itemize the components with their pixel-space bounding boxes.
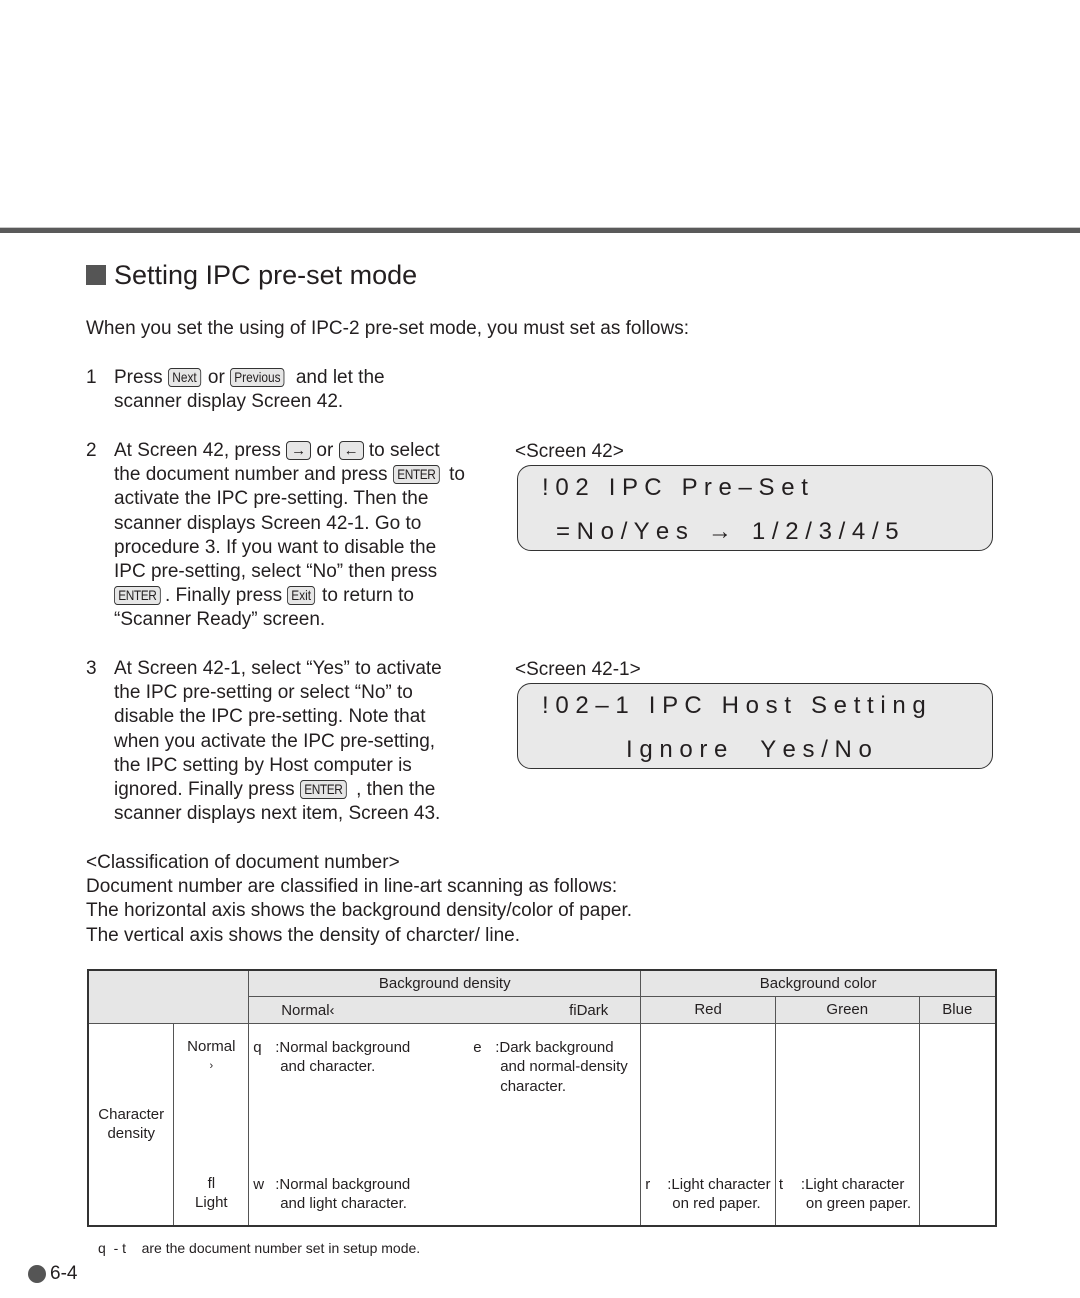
text: :Normal background bbox=[275, 1038, 411, 1056]
header-rule bbox=[0, 227, 1080, 233]
lcd-line-1: ! 0 2 I P C P r e – S e t bbox=[542, 474, 808, 501]
enter-key: ENTER bbox=[114, 586, 161, 606]
text: to bbox=[443, 464, 465, 486]
table-footnote: q - t are the document number set in set… bbox=[98, 1240, 421, 1256]
text: :Dark background bbox=[495, 1038, 614, 1056]
text: to select bbox=[363, 440, 440, 461]
entry-text: :Dark background and normal-density charac… bbox=[495, 1038, 628, 1097]
entry-code: t bbox=[778, 1175, 784, 1193]
classification-line-2: The horizontal axis shows the background… bbox=[86, 900, 633, 921]
classification-line-1: Document number are classified in line-a… bbox=[86, 876, 618, 897]
text: IPC pre-setting, select “No” then press bbox=[114, 561, 438, 583]
entry-text: :Light character on red paper. bbox=[667, 1175, 770, 1214]
intro-text: When you set the using of IPC-2 pre-set … bbox=[86, 318, 689, 339]
classification-table: Background density Background color Norm… bbox=[87, 969, 997, 1227]
previous-key: Previous bbox=[230, 368, 285, 387]
text: scanner display Screen 42. bbox=[114, 391, 344, 413]
text: the document number and press bbox=[114, 464, 393, 486]
text: . Finally press bbox=[164, 585, 288, 607]
left-arrow-key-icon: ← bbox=[338, 441, 364, 460]
text: when you activate the IPC pre-setting, bbox=[114, 730, 436, 752]
char-density-scale: Normal › ﬂ Light bbox=[173, 1022, 250, 1227]
classification-heading: <Classification of document number> bbox=[86, 852, 400, 873]
text: :Normal background bbox=[275, 1175, 411, 1193]
entry-text: :Light character on green paper. bbox=[801, 1175, 911, 1214]
section-title-text: Setting IPC pre-set mode bbox=[114, 260, 418, 290]
density-cell: q :Normal background and character. e :Da… bbox=[248, 1022, 642, 1227]
text: procedure 3. If you want to disable the bbox=[114, 536, 437, 558]
lcd-screen-42: ! 0 2 I P C P r e – S e t = N o / Y e s … bbox=[517, 465, 993, 551]
bg-color-header: Background color bbox=[640, 969, 997, 997]
entry-text: :Normal background and character. bbox=[275, 1038, 410, 1077]
text: character. bbox=[500, 1077, 567, 1095]
density-scale-header: Normal‹ ﬁDark bbox=[248, 995, 642, 1024]
bullet-dot-icon bbox=[28, 1265, 46, 1283]
page-number-text: 6-4 bbox=[50, 1263, 78, 1284]
text: and normal-density bbox=[500, 1058, 628, 1075]
screen-42-label: <Screen 42> bbox=[515, 441, 624, 462]
text: :Light character bbox=[667, 1175, 771, 1193]
down-arrow-glyph: › bbox=[209, 1059, 214, 1072]
text: the IPC setting by Host computer is bbox=[114, 754, 412, 776]
enter-key: ENTER bbox=[392, 465, 440, 485]
exit-key: Exit bbox=[287, 586, 316, 606]
text: , then the bbox=[350, 779, 436, 801]
text: and light character. bbox=[280, 1195, 407, 1212]
blue-cell bbox=[918, 1022, 997, 1227]
text: scanner displays next item, Screen 43. bbox=[114, 803, 441, 825]
text: ignored. Finally press bbox=[114, 779, 300, 801]
square-bullet-icon bbox=[86, 265, 106, 285]
right-arrow-key-icon: → bbox=[286, 441, 312, 460]
lcd-line-2: = N o / Y e s → 1 / 2 / 3 / 4 / 5 bbox=[556, 518, 899, 545]
step-number: 2 bbox=[86, 440, 97, 461]
lcd-line-1: ! 0 2 – 1 I P C H o s t S e t t i n g bbox=[542, 692, 926, 719]
green-cell: t :Light character on green paper. bbox=[774, 1022, 920, 1227]
text: on green paper. bbox=[805, 1195, 912, 1212]
green-header: Green bbox=[774, 995, 920, 1024]
text: the IPC pre-setting or select “No” to bbox=[114, 682, 413, 704]
density-dark-label: ﬁDark bbox=[569, 1001, 609, 1019]
text: :Light character bbox=[800, 1175, 905, 1193]
lcd-screen-42-1: ! 0 2 – 1 I P C H o s t S e t t i n g I … bbox=[517, 683, 993, 769]
table-corner-cell bbox=[87, 969, 250, 1024]
text: “Scanner Ready” screen. bbox=[114, 609, 326, 631]
text: At Screen 42, press bbox=[114, 440, 287, 461]
text: to return to bbox=[316, 585, 414, 607]
entry-code: q bbox=[253, 1038, 262, 1056]
text: and character. bbox=[280, 1058, 376, 1075]
text: and let the bbox=[290, 367, 385, 388]
text: disable the IPC pre-setting. Note that bbox=[114, 706, 426, 728]
text: or bbox=[202, 367, 231, 388]
step-number: 3 bbox=[86, 658, 97, 679]
lcd-line-2: I g n o r e Y e s / N o bbox=[626, 736, 872, 763]
char-light-label: Light bbox=[195, 1193, 228, 1211]
next-key: Next bbox=[167, 368, 201, 387]
entry-code: w bbox=[253, 1175, 265, 1193]
blue-header: Blue bbox=[918, 995, 997, 1024]
text: or bbox=[311, 440, 339, 461]
text: activate the IPC pre-setting. Then the bbox=[114, 488, 429, 510]
page-number: 6-4 bbox=[28, 1263, 77, 1285]
enter-key: ENTER bbox=[299, 780, 347, 800]
text: scanner displays Screen 42-1. Go to bbox=[114, 512, 422, 534]
section-title: Setting IPC pre-set mode bbox=[86, 258, 417, 292]
char-normal-label: Normal bbox=[187, 1037, 236, 1055]
red-cell: r :Light character on red paper. bbox=[640, 1022, 776, 1227]
entry-code: e bbox=[473, 1038, 482, 1056]
entry-code: r bbox=[645, 1175, 651, 1193]
text: on red paper. bbox=[672, 1195, 761, 1212]
up-arrow-glyph: ﬂ bbox=[207, 1174, 216, 1192]
red-header: Red bbox=[640, 995, 776, 1024]
classification-line-3: The vertical axis shows the density of c… bbox=[86, 925, 521, 946]
text: Press bbox=[114, 367, 168, 388]
density-normal-label: Normal‹ bbox=[281, 1001, 335, 1019]
entry-text: :Normal background and light character. bbox=[275, 1175, 410, 1214]
screen-42-1-label: <Screen 42-1> bbox=[515, 659, 641, 680]
step-number: 1 bbox=[86, 367, 97, 388]
bg-density-header: Background density bbox=[248, 969, 642, 997]
character-density-header: Character density bbox=[87, 1022, 175, 1227]
text: At Screen 42-1, select “Yes” to activate bbox=[114, 658, 442, 679]
